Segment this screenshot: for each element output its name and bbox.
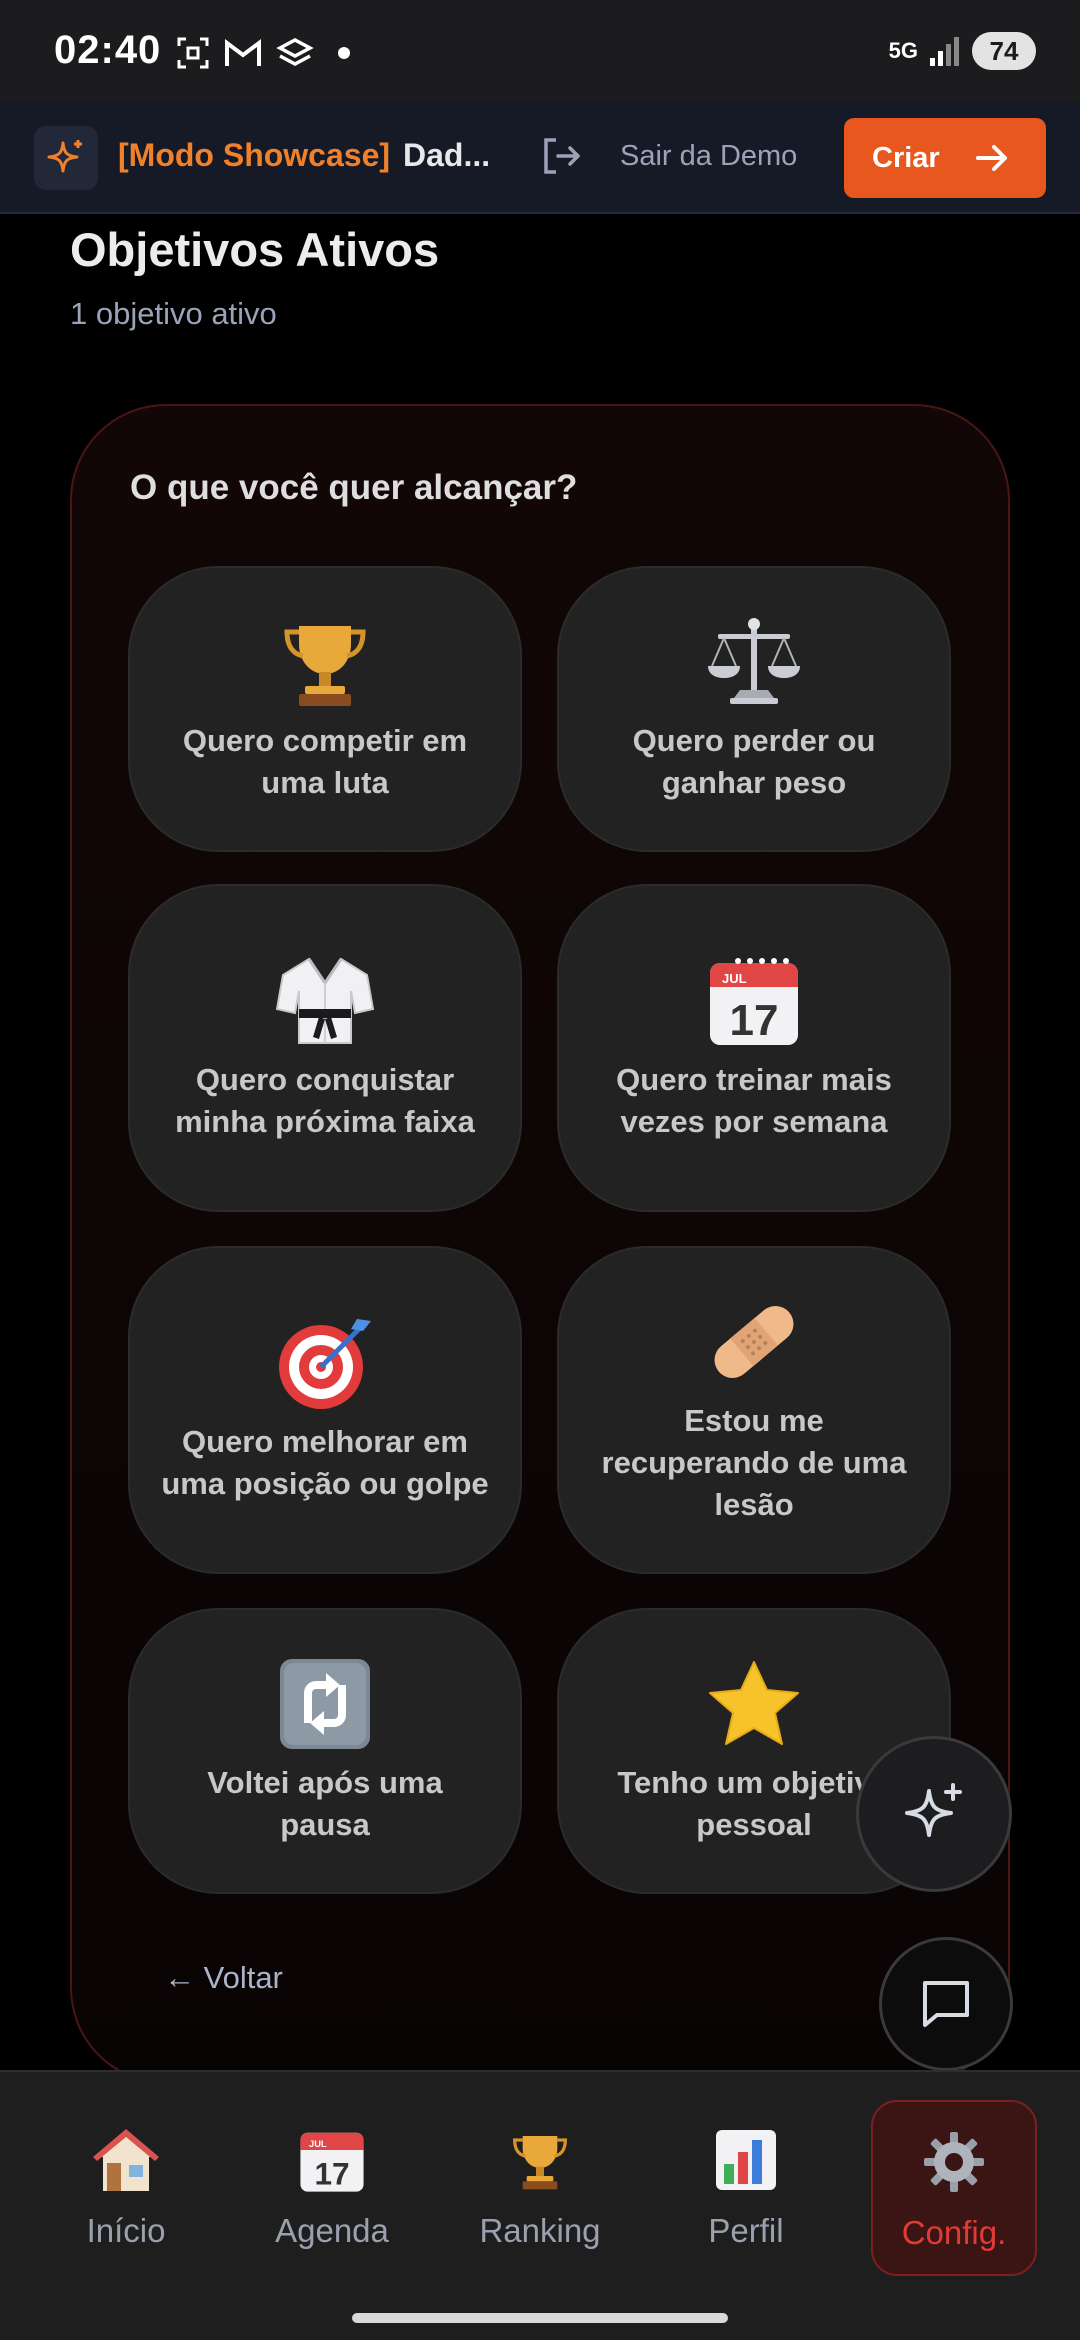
goal-option-label: Quero perder ou ganhar peso [632, 723, 876, 800]
user-name: Dad... [403, 137, 491, 173]
nav-item-home[interactable]: Início [26, 2072, 226, 2300]
battery-indicator: 74 [972, 32, 1036, 70]
back-link[interactable]: ← Voltar [164, 1960, 283, 1996]
nav-label: Config. [901, 2214, 1007, 2251]
app-header: [Modo Showcase] Dad... Sair da Demo Cria… [0, 102, 1080, 214]
nav-label: Agenda [275, 2212, 389, 2249]
create-button[interactable]: Criar [844, 118, 1046, 198]
bandage-icon [699, 1294, 809, 1390]
calendar-icon: JUL 17 [699, 953, 809, 1049]
calendar-month: JUL [722, 971, 747, 986]
goal-option-label: Quero melhorar em uma posição ou golpe [161, 1424, 489, 1501]
network-type: 5G [888, 38, 918, 63]
create-button-label: Criar [872, 141, 940, 174]
chat-button[interactable] [879, 1937, 1013, 2071]
trophy-icon [270, 614, 380, 710]
status-time: 02:40 [54, 28, 162, 72]
bar-chart-icon [708, 2122, 784, 2198]
arrow-right-icon [976, 145, 1007, 171]
more-notifications-dot [338, 47, 350, 59]
system-indicators: 5G 74 [889, 32, 1036, 70]
nav-item-ranking[interactable]: Ranking [440, 2072, 640, 2300]
status-bar: 02:40 5G 74 [0, 0, 1080, 102]
goal-question: O que você quer alcançar? [130, 468, 578, 507]
sparkle-icon [905, 1783, 962, 1837]
calendar-icon: JUL 17 [294, 2122, 370, 2198]
goal-option-frequency[interactable]: JUL 17 Quero treinar mais vezes por sema… [557, 884, 951, 1212]
martial-arts-uniform-icon [270, 953, 380, 1049]
exit-demo-link[interactable]: Sair da Demo [620, 140, 797, 173]
calendar-day: 17 [730, 996, 779, 1045]
exit-icon[interactable] [540, 134, 584, 178]
signal-icon [930, 37, 959, 66]
nav-item-profile[interactable]: Perfil [646, 2072, 846, 2300]
nav-item-settings[interactable]: Config. [871, 2100, 1037, 2276]
showcase-mode-label: [Modo Showcase] [118, 137, 391, 173]
nav-label: Início [86, 2212, 166, 2249]
gmail-icon [225, 39, 261, 66]
chat-bubble-icon [923, 1981, 969, 2027]
notification-icons [176, 36, 350, 70]
stack-app-icon [276, 38, 314, 66]
goal-option-label: Quero treinar mais vezes por semana [616, 1062, 892, 1139]
sparkle-logo-icon[interactable] [34, 126, 98, 190]
nav-label: Perfil [708, 2212, 784, 2249]
goal-option-belt[interactable]: Quero conquistar minha próxima faixa [128, 884, 522, 1212]
goal-option-label: Estou me recuperando de uma lesão [601, 1403, 907, 1522]
calendar-day: 17 [314, 2155, 349, 2191]
goal-option-label: Quero competir em uma luta [182, 723, 468, 800]
gear-icon [916, 2124, 992, 2200]
ai-assistant-button[interactable] [856, 1736, 1012, 1892]
goal-option-label: Voltei após uma pausa [207, 1765, 443, 1842]
house-icon [88, 2122, 164, 2198]
scales-icon [699, 614, 809, 710]
goal-option-injury[interactable]: Estou me recuperando de uma lesão [557, 1246, 951, 1574]
screenshot-icon [177, 37, 209, 69]
bottom-navigation: Início JUL 17 Agenda Ranking Perfil Conf… [0, 2070, 1080, 2298]
active-goals-count: 1 objetivo ativo [70, 296, 277, 331]
nav-label: Ranking [479, 2212, 601, 2249]
goal-option-weight[interactable]: Quero perder ou ganhar peso [557, 566, 951, 852]
target-icon [270, 1315, 380, 1411]
goal-option-label: Quero conquistar minha próxima faixa [175, 1062, 475, 1139]
page-title: Objetivos Ativos [70, 223, 440, 276]
goal-option-compete[interactable]: Quero competir em uma luta [128, 566, 522, 852]
star-icon [699, 1656, 809, 1752]
arrows-cycle-icon [270, 1656, 380, 1752]
goal-option-comeback[interactable]: Voltei após uma pausa [128, 1608, 522, 1894]
nav-item-agenda[interactable]: JUL 17 Agenda [232, 2072, 432, 2300]
goal-option-technique[interactable]: Quero melhorar em uma posição ou golpe [128, 1246, 522, 1574]
trophy-icon [502, 2122, 578, 2198]
home-indicator[interactable] [352, 2313, 728, 2323]
calendar-month: JUL [309, 2139, 327, 2149]
